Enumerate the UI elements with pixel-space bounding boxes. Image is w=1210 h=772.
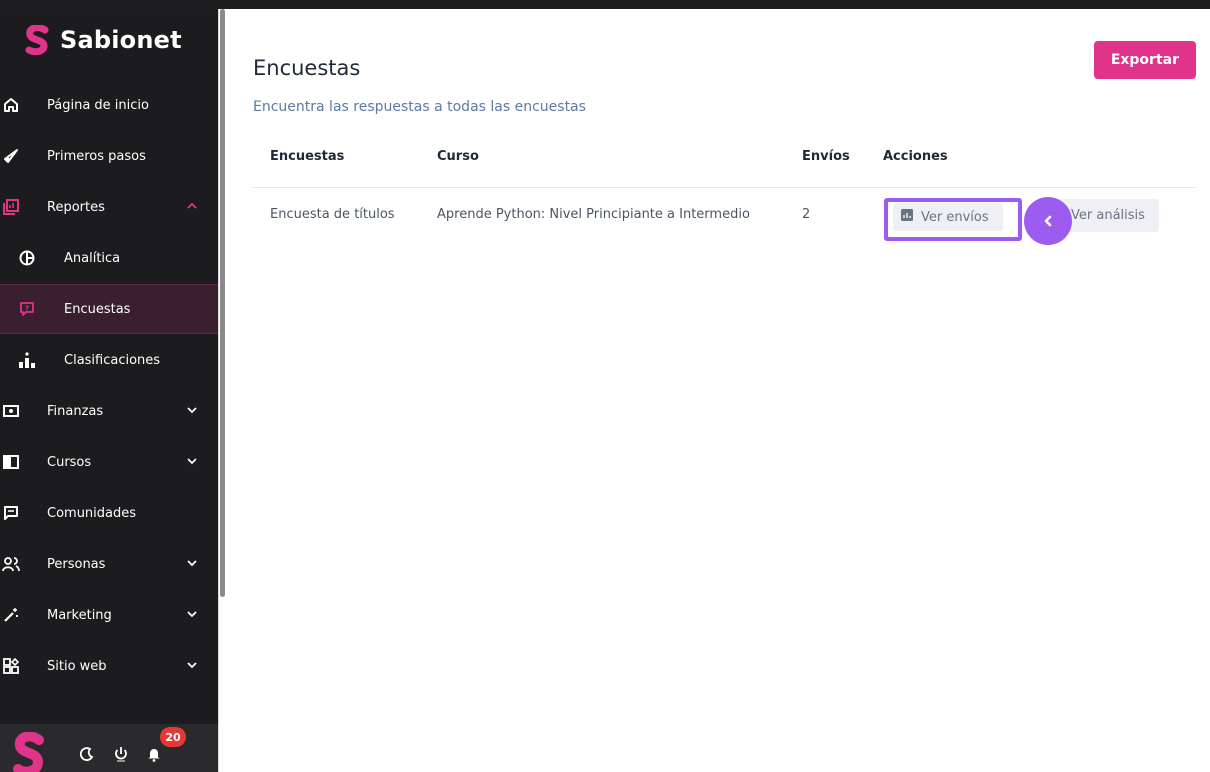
sabionet-logo-icon: [25, 25, 49, 55]
sabionet-logo[interactable]: Sabionet: [24, 25, 182, 55]
sidebar-item-label: Cursos: [47, 454, 92, 470]
sidebar-item-label: Comunidades: [47, 505, 137, 521]
chat-icon: [0, 504, 22, 522]
bell-icon[interactable]: [147, 746, 161, 766]
survey-name-cell: Encuesta de títulos: [270, 207, 395, 222]
home-icon: [0, 96, 22, 114]
highlight-box: [884, 198, 1022, 241]
top-bar: [0, 0, 1210, 9]
survey-icon: ?: [16, 300, 38, 318]
sidebar-item-primeros-pasos[interactable]: Primeros pasos: [0, 131, 218, 181]
podium-icon: [16, 351, 38, 369]
people-icon: [0, 555, 22, 573]
apps-icon: [0, 657, 22, 675]
sidebar: Sabionet Página de inicio Primeros pasos…: [0, 9, 218, 772]
sidebar-item-label: Reportes: [47, 199, 105, 215]
export-button[interactable]: Exportar: [1093, 41, 1196, 79]
book-icon: [0, 453, 22, 471]
sidebar-footer: [0, 724, 218, 772]
chevron-down-icon: [186, 455, 198, 467]
sidebar-item-analitica[interactable]: Analítica: [0, 233, 218, 283]
course-cell: Aprende Python: Nivel Principiante a Int…: [437, 207, 750, 222]
sidebar-item-finanzas[interactable]: Finanzas: [0, 386, 218, 436]
magic-wand-icon: [0, 606, 22, 624]
report-icon: [0, 198, 22, 216]
main-content: Encuestas Encuentra las respuestas a tod…: [227, 9, 1210, 772]
column-header-acciones: Acciones: [883, 149, 948, 164]
chevron-down-icon: [186, 659, 198, 671]
chevron-up-icon: [186, 200, 198, 212]
sidebar-item-label: Sitio web: [47, 658, 107, 674]
sidebar-item-label: Clasificaciones: [64, 352, 161, 368]
sidebar-item-cursos[interactable]: Cursos: [0, 437, 218, 487]
column-header-encuestas: Encuestas: [270, 149, 345, 164]
sidebar-item-label: Encuestas: [64, 301, 131, 317]
svg-text:?: ?: [25, 305, 29, 313]
sidebar-item-inicio[interactable]: Página de inicio: [0, 80, 218, 130]
sidebar-item-personas[interactable]: Personas: [0, 539, 218, 589]
sidebar-item-marketing[interactable]: Marketing: [0, 590, 218, 640]
column-header-envios: Envíos: [802, 149, 850, 164]
app-name: Sabionet: [60, 26, 182, 54]
sabionet-footer-logo-icon: [13, 732, 44, 772]
chevron-down-icon: [186, 608, 198, 620]
sidebar-item-encuestas[interactable]: ? Encuestas: [0, 284, 218, 334]
sidebar-item-label: Marketing: [47, 607, 112, 623]
sidebar-item-label: Primeros pasos: [47, 148, 146, 164]
view-analysis-label: Ver análisis: [1071, 208, 1145, 223]
submissions-cell: 2: [802, 207, 811, 222]
table-divider: [253, 187, 1195, 188]
sidebar-item-label: Finanzas: [47, 403, 104, 419]
sidebar-scrollbar-thumb[interactable]: [220, 9, 225, 597]
sidebar-item-clasificaciones[interactable]: Clasificaciones: [0, 335, 218, 385]
pointer-marker: [1024, 197, 1072, 245]
sidebar-item-label: Analítica: [64, 250, 121, 266]
money-icon: [0, 402, 22, 420]
pie-chart-icon: [16, 249, 38, 267]
page-subtitle: Encuentra las respuestas a todas las enc…: [253, 99, 586, 115]
sidebar-item-label: Página de inicio: [47, 97, 149, 113]
sidebar-item-sitio-web[interactable]: Sitio web: [0, 641, 218, 691]
chevron-down-icon: [186, 404, 198, 416]
power-icon[interactable]: [114, 746, 128, 766]
moon-icon[interactable]: [79, 746, 94, 765]
rocket-icon: [0, 147, 22, 165]
chevron-down-icon: [186, 557, 198, 569]
sidebar-item-comunidades[interactable]: Comunidades: [0, 488, 218, 538]
sidebar-item-label: Personas: [47, 556, 106, 572]
column-header-curso: Curso: [437, 149, 479, 164]
notification-badge: 20: [160, 727, 186, 747]
chevron-left-icon: [1042, 212, 1054, 231]
page-title: Encuestas: [253, 56, 361, 80]
sidebar-item-reportes[interactable]: Reportes: [0, 182, 218, 232]
